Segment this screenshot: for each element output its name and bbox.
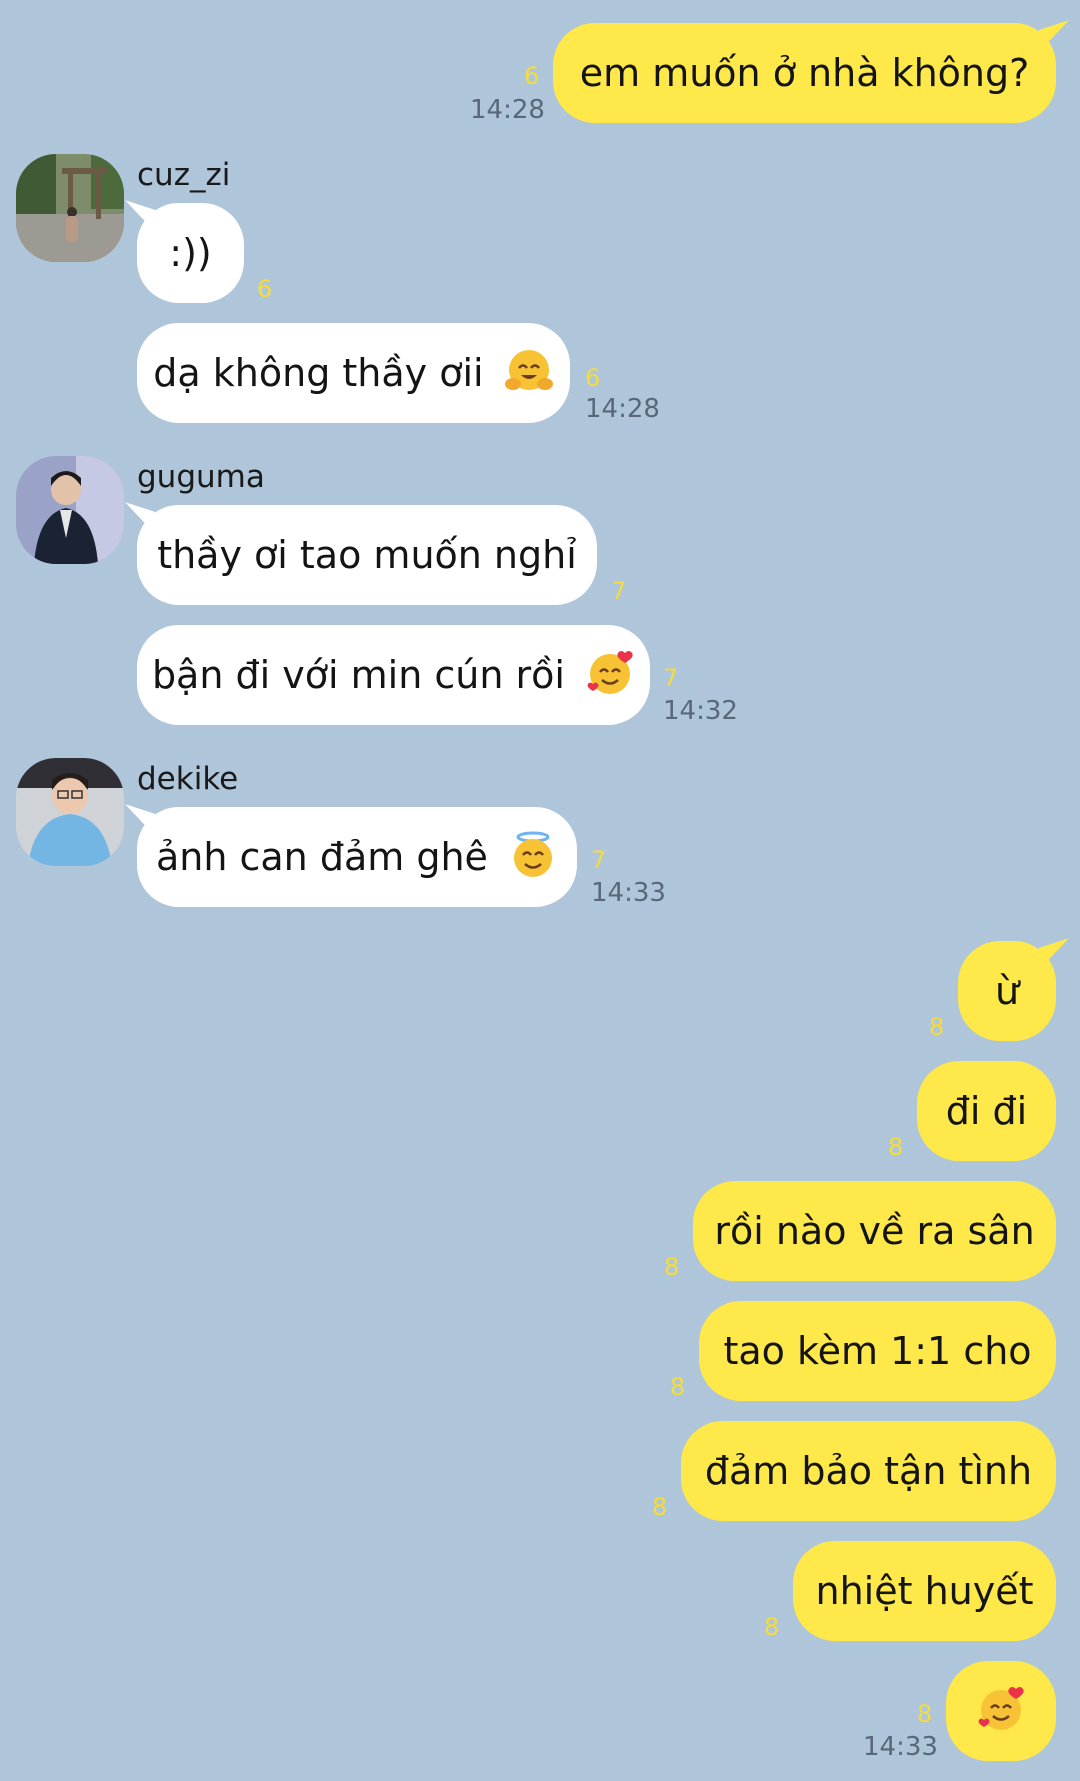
- message-text: thầy ơi tao muốn nghỉ: [157, 533, 577, 577]
- unread-count: 8: [764, 1613, 780, 1641]
- outgoing-message-bubble[interactable]: đảm bảo tận tình: [681, 1421, 1056, 1521]
- message-text: nhiệt huyết: [815, 1569, 1034, 1613]
- sender-name: cuz_zi: [137, 157, 231, 193]
- smiling-face-with-hearts-emoji: [587, 651, 633, 694]
- message-timestamp: 14:28: [585, 394, 660, 424]
- sender-name: guguma: [137, 459, 265, 495]
- message-text: ừ: [994, 969, 1020, 1013]
- unread-count: 8: [670, 1373, 686, 1401]
- unread-count: 8: [652, 1493, 668, 1521]
- unread-count: 8: [888, 1133, 904, 1161]
- message-text: dạ không thầy ơii: [153, 351, 484, 395]
- message-timestamp: 14:33: [591, 878, 666, 908]
- message-text: tao kèm 1:1 cho: [723, 1329, 1032, 1373]
- message-text: rồi nào về ra sân: [714, 1209, 1035, 1253]
- incoming-message-bubble[interactable]: ảnh can đảm ghê: [137, 807, 577, 907]
- incoming-message-bubble[interactable]: :)): [137, 203, 244, 303]
- message-text: em muốn ở nhà không?: [579, 51, 1030, 95]
- outgoing-message-bubble[interactable]: [946, 1661, 1056, 1761]
- outgoing-message-bubble[interactable]: rồi nào về ra sân: [693, 1181, 1056, 1281]
- avatar[interactable]: [16, 456, 124, 564]
- outgoing-message-bubble[interactable]: tao kèm 1:1 cho: [699, 1301, 1056, 1401]
- avatar-photo-gate: [16, 154, 124, 262]
- message-text: đảm bảo tận tình: [704, 1449, 1033, 1493]
- unread-count: 8: [664, 1253, 680, 1281]
- hugging-face-emoji: [504, 350, 553, 390]
- outgoing-message-bubble[interactable]: em muốn ở nhà không?: [553, 23, 1056, 123]
- outgoing-message-bubble[interactable]: nhiệt huyết: [793, 1541, 1056, 1641]
- message-timestamp: 14:32: [663, 696, 738, 726]
- unread-count: 6: [257, 275, 273, 303]
- avatar[interactable]: [16, 758, 124, 866]
- message-timestamp: 14:33: [863, 1732, 938, 1762]
- smiling-face-with-halo-emoji: [514, 831, 553, 877]
- unread-count: 6: [524, 62, 540, 90]
- unread-count: 6: [585, 364, 601, 392]
- unread-count: 8: [917, 1700, 933, 1728]
- outgoing-message-bubble[interactable]: ừ: [958, 941, 1056, 1041]
- avatar-photo-jersey: [16, 758, 124, 866]
- avatar-photo-suit: [16, 456, 124, 564]
- unread-count: 7: [663, 664, 679, 692]
- unread-count: 7: [591, 846, 607, 874]
- avatar[interactable]: [16, 154, 124, 262]
- message-text: ảnh can đảm ghê: [155, 835, 488, 879]
- incoming-message-bubble[interactable]: dạ không thầy ơii: [137, 323, 570, 423]
- message-text: :)): [169, 231, 212, 275]
- smiling-face-with-hearts-emoji: [978, 1687, 1024, 1730]
- message-text: bận đi với min cún rồi: [151, 653, 565, 697]
- incoming-message-bubble[interactable]: thầy ơi tao muốn nghỉ: [137, 505, 597, 605]
- unread-count: 8: [929, 1013, 945, 1041]
- incoming-message-bubble[interactable]: bận đi với min cún rồi: [137, 625, 650, 725]
- message-text: đi đi: [945, 1089, 1028, 1133]
- message-timestamp: 14:28: [470, 95, 545, 125]
- sender-name: dekike: [137, 761, 239, 797]
- unread-count: 7: [611, 577, 627, 605]
- outgoing-message-bubble[interactable]: đi đi: [917, 1061, 1056, 1161]
